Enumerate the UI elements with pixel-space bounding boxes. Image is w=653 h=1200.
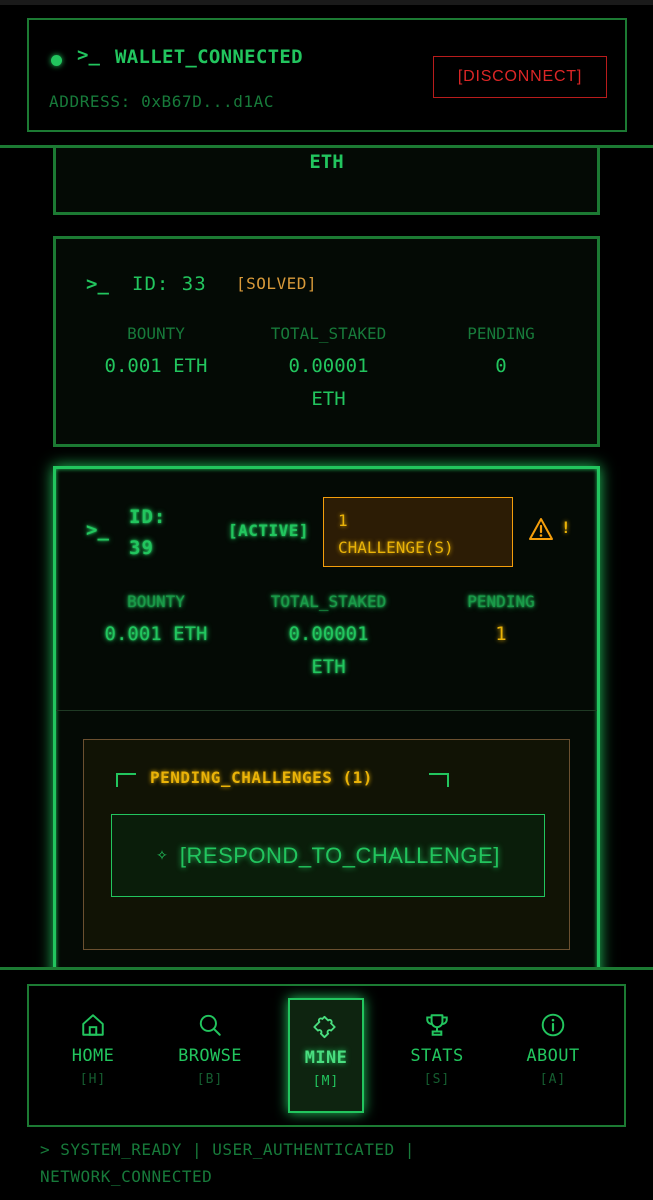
nav-item-mine[interactable]: MINE [M] <box>288 998 364 1113</box>
nav-label: BROWSE <box>178 1046 242 1066</box>
puzzle-id: ID: 39 <box>129 502 189 564</box>
nav-shortcut: [S] <box>423 1072 451 1087</box>
nav-shortcut: [B] <box>196 1072 224 1087</box>
pending-value: 0 <box>495 355 507 377</box>
nav-label: ABOUT <box>526 1046 580 1066</box>
pending-challenges-panel: PENDING_CHALLENGES (1) ✧ [RESPOND_TO_CHA… <box>83 739 570 950</box>
nav-item-home[interactable]: HOME [H] <box>55 998 131 1113</box>
bounty-label: BOUNTY <box>127 324 185 343</box>
card-divider <box>56 710 597 711</box>
trophy-icon <box>426 1014 448 1036</box>
nav-item-about[interactable]: ABOUT [A] <box>515 998 591 1113</box>
total-staked-label: TOTAL_STAKED <box>270 324 387 343</box>
bracket-right-icon <box>429 773 449 787</box>
puzzle-card-partial: ETH <box>53 148 600 215</box>
search-icon <box>199 1014 221 1036</box>
connection-status-dot <box>51 55 62 66</box>
puzzle-card-39[interactable]: >_ ID: 39 [ACTIVE] 1 CHALLENGE(S) ! BOUN… <box>53 466 600 970</box>
puzzle-id-label: ID: <box>129 506 167 528</box>
total-staked-unit: ETH <box>311 656 346 678</box>
respond-to-challenge-button[interactable]: ✧ [RESPOND_TO_CHALLENGE] <box>111 814 545 897</box>
info-icon <box>541 1013 565 1037</box>
total-staked-label: TOTAL_STAKED <box>270 592 387 611</box>
home-icon <box>82 1014 104 1036</box>
status-line-2: NETWORK_CONNECTED <box>40 1167 213 1186</box>
status-line-1: > SYSTEM_READY | USER_AUTHENTICATED | <box>40 1140 415 1159</box>
nav-label: MINE <box>304 1048 348 1068</box>
terminal-prompt-icon: >_ <box>86 519 109 541</box>
challenge-count-label: CHALLENGE(S) <box>338 538 454 557</box>
terminal-prompt-icon: >_ <box>77 44 100 66</box>
puzzle-list[interactable]: ETH >_ ID: 33 [SOLVED] BOUNTY TOTAL_STAK… <box>0 148 653 970</box>
wallet-status-panel: >_ WALLET_CONNECTED ADDRESS: 0xB67D...d1… <box>27 18 627 132</box>
puzzle-card-33[interactable]: >_ ID: 33 [SOLVED] BOUNTY TOTAL_STAKED P… <box>53 236 600 447</box>
pending-value: 1 <box>495 623 507 645</box>
total-staked-value: 0.00001 <box>288 355 369 377</box>
pending-challenges-title: PENDING_CHALLENGES (1) <box>150 768 373 787</box>
puzzle-id: ID: 33 <box>132 273 207 295</box>
disconnect-button[interactable]: [DISCONNECT] <box>433 56 607 98</box>
respond-button-label: [RESPOND_TO_CHALLENGE] <box>179 842 500 868</box>
wallet-status-title: WALLET_CONNECTED <box>115 46 303 68</box>
status-badge-solved: [SOLVED] <box>236 274 318 293</box>
challenge-count: 1 <box>338 511 348 530</box>
nav-item-stats[interactable]: STATS [S] <box>399 998 475 1113</box>
terminal-prompt-icon: >_ <box>86 273 109 295</box>
nav-label: STATS <box>410 1046 464 1066</box>
bounty-value: 0.001 ETH <box>104 355 208 377</box>
wallet-header: >_ WALLET_CONNECTED ADDRESS: 0xB67D...d1… <box>0 5 653 147</box>
nav-shortcut: [A] <box>539 1072 567 1087</box>
bounty-label: BOUNTY <box>127 592 185 611</box>
bottom-nav: HOME [H] BROWSE [B] MINE [M] STATS [S] A… <box>0 970 653 1200</box>
pending-label: PENDING <box>467 592 535 611</box>
wallet-address: ADDRESS: 0xB67D...d1AC <box>49 92 275 111</box>
status-badge-active: [ACTIVE] <box>228 521 310 540</box>
puzzle-icon <box>313 1015 336 1039</box>
nav-item-browse[interactable]: BROWSE [B] <box>172 998 248 1113</box>
puzzle-id-number: 39 <box>129 537 154 559</box>
bounty-value: 0.001 ETH <box>104 623 208 645</box>
bracket-left-icon <box>116 773 136 787</box>
nav-shortcut: [H] <box>79 1072 107 1087</box>
total-staked-unit: ETH <box>311 388 346 410</box>
partial-card-value: ETH <box>309 151 344 173</box>
pending-label: PENDING <box>467 324 535 343</box>
total-staked-value: 0.00001 <box>288 623 369 645</box>
sparkle-icon: ✧ <box>156 847 168 863</box>
warning-icon <box>529 518 553 540</box>
warning-mark: ! <box>561 518 571 537</box>
nav-label: HOME <box>71 1046 115 1066</box>
challenge-count-badge: 1 CHALLENGE(S) <box>323 497 513 567</box>
system-status-line: > SYSTEM_READY | USER_AUTHENTICATED | NE… <box>40 1136 620 1190</box>
nav-shortcut: [M] <box>312 1074 340 1089</box>
